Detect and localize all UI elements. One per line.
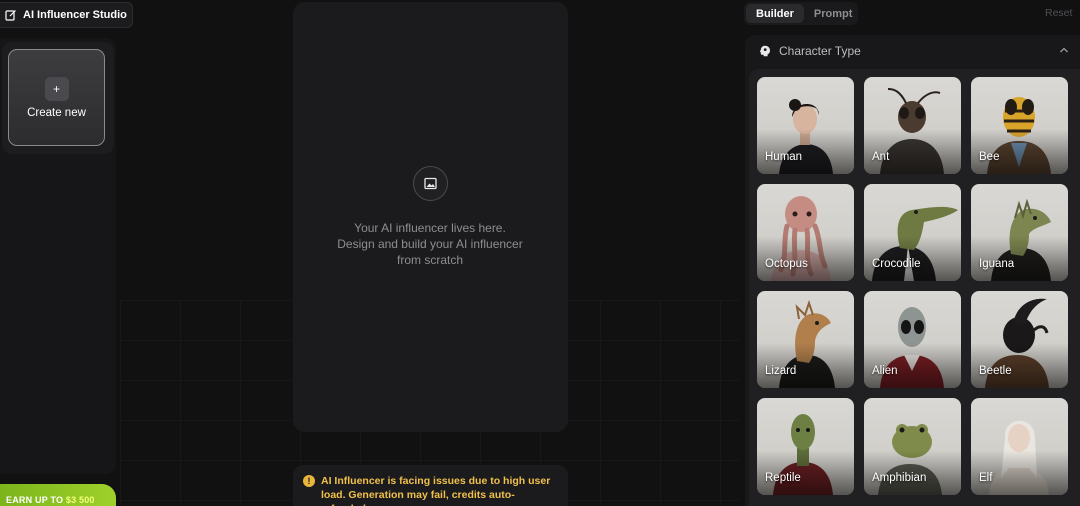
warning-text: AI Influencer is facing issues due to hi… — [321, 475, 551, 506]
character-label: Alien — [872, 365, 898, 377]
edit-icon — [5, 10, 16, 21]
character-card-beetle[interactable]: Beetle — [971, 291, 1068, 388]
create-new-button[interactable]: + Create new — [8, 49, 105, 146]
character-card-lizard[interactable]: Lizard — [757, 291, 854, 388]
character-icon — [759, 45, 770, 57]
character-card-human[interactable]: Human — [757, 77, 854, 174]
character-label: Elf — [979, 472, 993, 484]
empty-line-3: from scratch — [396, 253, 463, 267]
image-icon — [413, 166, 448, 201]
app-root: AI Influencer Studio + Create new EARN U… — [0, 0, 1080, 506]
preview-canvas — [293, 2, 568, 432]
earn-text: EARN UP TO — [6, 495, 64, 505]
tab-prompt[interactable]: Prompt — [804, 4, 863, 23]
character-card-reptile[interactable]: Reptile — [757, 398, 854, 495]
character-label: Beetle — [979, 365, 1012, 377]
character-label: Reptile — [765, 472, 801, 484]
character-label: Ant — [872, 151, 890, 163]
character-card-crocodile[interactable]: Crocodile — [864, 184, 961, 281]
character-card-elf[interactable]: Elf — [971, 398, 1068, 495]
character-card-alien[interactable]: Alien — [864, 291, 961, 388]
earn-button[interactable]: EARN UP TO $3 500 — [0, 484, 116, 506]
app-title-bar[interactable]: AI Influencer Studio — [0, 2, 133, 28]
plus-icon: + — [44, 76, 69, 101]
earn-amount: $3 500 — [65, 495, 95, 505]
load-warning-banner: ! AI Influencer is facing issues due to … — [293, 465, 568, 506]
character-card-octopus[interactable]: Octopus — [757, 184, 854, 281]
character-card-iguana[interactable]: Iguana — [971, 184, 1068, 281]
empty-line-2: Design and build your AI influencer — [337, 237, 523, 251]
empty-line-1: Your AI influencer lives here. — [354, 221, 506, 235]
warning-icon: ! — [303, 475, 315, 487]
character-label: Bee — [979, 151, 1000, 163]
reset-button[interactable]: Reset — [1045, 7, 1072, 19]
character-type-header[interactable]: Character Type — [745, 35, 1080, 67]
tab-builder[interactable]: Builder — [746, 4, 804, 23]
chevron-up-icon[interactable] — [1058, 44, 1070, 56]
character-label: Lizard — [765, 365, 797, 377]
character-card-amphibian[interactable]: Amphibian — [864, 398, 961, 495]
character-label: Amphibian — [872, 472, 927, 484]
character-label: Human — [765, 151, 803, 163]
character-label: Crocodile — [872, 258, 921, 270]
app-title: AI Influencer Studio — [23, 9, 127, 21]
character-grid: Human Ant Bee Octopus Crocodile Iguana L… — [749, 69, 1080, 506]
character-card-bee[interactable]: Bee — [971, 77, 1068, 174]
section-title: Character Type — [779, 44, 861, 58]
mode-tabs: Builder Prompt — [744, 2, 858, 25]
character-label: Octopus — [765, 258, 808, 270]
character-card-ant[interactable]: Ant — [864, 77, 961, 174]
create-new-label: Create new — [27, 106, 86, 119]
empty-state-text: Your AI influencer lives here. Design an… — [300, 220, 560, 268]
character-label: Iguana — [979, 258, 1015, 270]
